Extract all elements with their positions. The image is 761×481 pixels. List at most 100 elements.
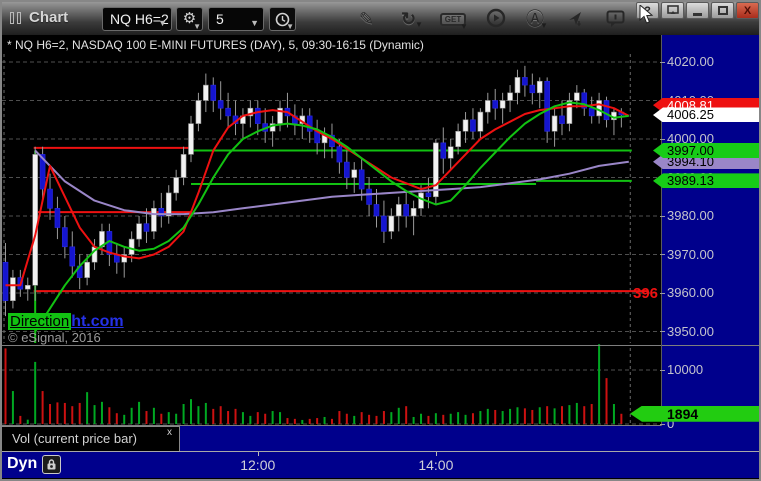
candle-body [492,100,499,109]
play-icon[interactable] [486,8,506,33]
watermark-highlight: Direction [8,313,72,330]
candle-body [566,100,573,124]
fast-ma-line [5,103,630,287]
candle-body [210,84,217,101]
dock-icon [666,5,679,14]
watermark-link[interactable]: ht.com [71,313,123,330]
candle-body [358,169,365,190]
candle-body [596,100,602,117]
lock-icon [47,459,56,470]
indicator-tab-row: Vol (current price bar) x [2,426,662,451]
candle-body [254,107,261,124]
candle-body [603,100,610,121]
candle-body [529,84,536,94]
mouse-cursor [639,5,654,24]
candle-body [32,154,38,286]
candle-body [455,131,461,148]
candle-body [351,169,358,178]
chevron-down-icon[interactable]: ▼ [158,12,167,34]
pencil-icon[interactable]: ✎ [359,9,374,29]
candle-body [559,115,565,124]
chat-icon[interactable] [606,10,626,33]
candle-body [165,192,172,217]
candle-body [10,277,16,302]
close-icon: X [743,4,752,17]
axis-border [661,35,662,452]
red-line-price-label: 396 [633,285,659,302]
chart-canvas[interactable] [0,0,761,481]
candle-body [433,142,439,198]
candle-body [143,223,150,232]
candle-body [544,80,550,132]
candle-body [47,188,53,209]
candle-body [499,100,506,109]
candle-body [514,77,521,94]
refresh-icon[interactable]: ↻ [401,9,416,29]
candle-body [188,123,194,155]
candle-body [477,111,484,132]
candle-body [306,115,313,132]
copyright-label: © eSignal, 2016 [8,330,101,345]
minimize-button[interactable] [686,2,709,19]
chevron-down-icon: ▼ [415,20,423,29]
chevron-down-icon: ▼ [540,21,548,30]
tab-close-icon[interactable]: x [167,428,172,438]
time-template-button[interactable]: ▼ [269,7,296,31]
candle-body [136,223,142,240]
dock-button[interactable] [661,2,684,19]
time-lock-button[interactable] [42,455,61,474]
candle-body [551,115,558,132]
candle-body [128,238,135,255]
chevron-down-icon: ▼ [286,22,294,31]
symbol-input[interactable]: NQ H6=2 ▼ [102,7,172,31]
maximize-icon [717,6,728,15]
candle-body [373,204,380,217]
candle-body [225,107,231,117]
candle-body [588,107,595,117]
candle-body [522,77,528,86]
close-button[interactable]: X [736,2,759,19]
candle-body [69,246,76,267]
settings-button[interactable]: ⚙ ▼ [176,7,203,31]
candle-body [62,227,68,248]
candle-body [440,142,447,159]
window-icon [10,12,24,24]
candle-body [381,215,387,232]
mid-ma-line [34,101,629,333]
candle-body [203,84,209,101]
maximize-button[interactable] [711,2,734,19]
get-label: GET [444,15,462,24]
send-icon[interactable] [566,9,584,33]
tab-volume-indicator[interactable]: Vol (current price bar) x [2,426,180,451]
pane-separator[interactable] [2,345,759,346]
candle-body [24,284,31,290]
chart-title: * NQ H6=2, NASDAQ 100 E-MINI FUTURES (DA… [7,38,424,52]
time-axis-bar[interactable]: Dyn 12:00 14:00 [2,451,759,478]
minimize-icon [693,13,702,16]
candle-body [484,100,491,113]
window-title: Chart [29,9,69,26]
watermark: Direction ht.com [8,313,124,331]
tab-volume-label: Vol (current price bar) [12,431,137,446]
candle-body [336,146,343,163]
candle-body [507,92,513,101]
slow-ma-line [34,149,629,216]
chevron-down-icon: ▼ [460,22,468,31]
candle-body [344,161,350,178]
candle-body [54,208,61,228]
candle-body [2,261,9,302]
candle-body [470,119,476,132]
candle-body [403,204,409,217]
candle-body [395,204,402,217]
time-tick-label: 12:00 [240,457,276,473]
candle-body [388,215,395,232]
interval-value: 5 [216,11,224,27]
time-tick-label: 14:00 [418,457,454,473]
chevron-down-icon[interactable]: ▼ [250,12,259,34]
candle-body [574,92,580,101]
candle-body [151,208,157,232]
candle-body [447,146,454,159]
interval-input[interactable]: 5 ▼ [208,7,264,31]
candle-body [410,208,417,217]
time-tick-mark [435,452,437,456]
